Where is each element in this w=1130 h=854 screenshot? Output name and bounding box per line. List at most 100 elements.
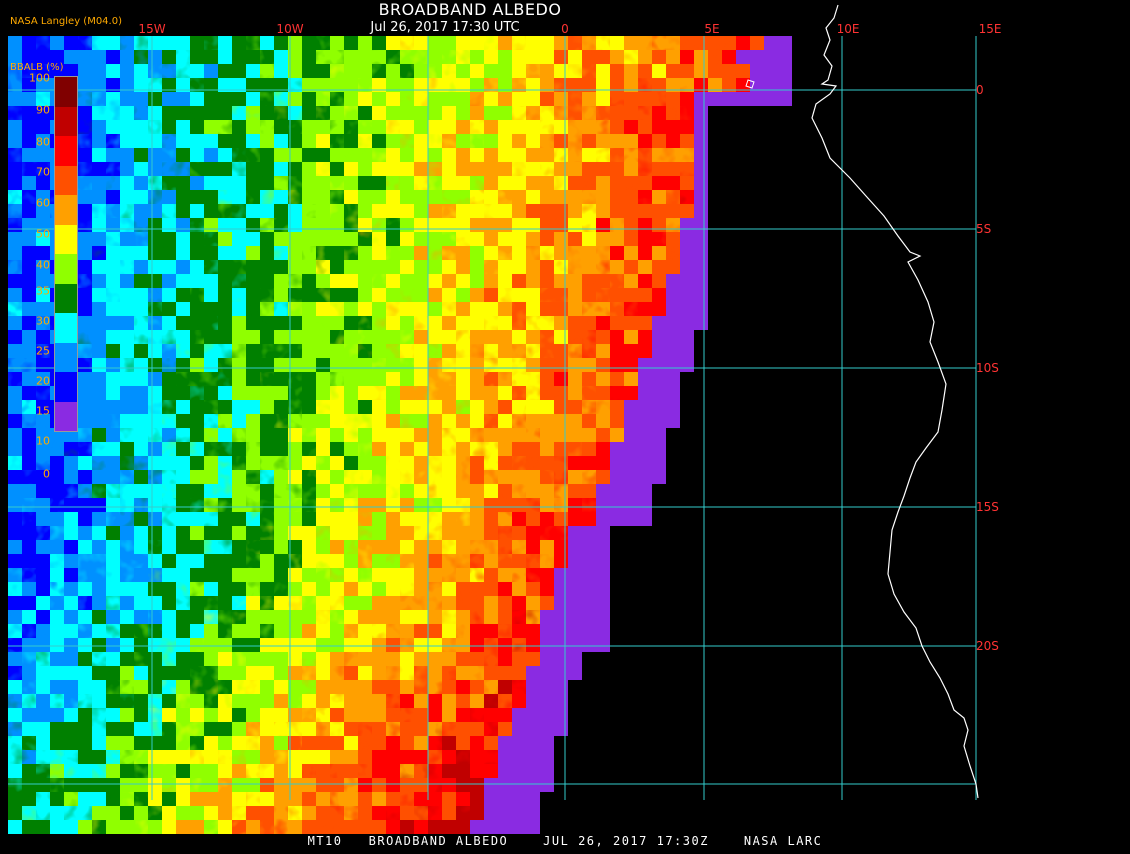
albedo-texture — [120, 694, 134, 708]
albedo-pixel — [554, 652, 568, 666]
legend-swatch — [55, 283, 77, 313]
albedo-pixel — [456, 134, 470, 148]
albedo-pixel — [540, 204, 554, 218]
albedo-texture — [358, 50, 372, 64]
lat-label-5s: 5S — [976, 222, 992, 236]
albedo-texture — [442, 526, 456, 540]
albedo-texture — [50, 722, 64, 736]
albedo-texture — [386, 750, 400, 764]
albedo-pixel — [540, 260, 554, 274]
albedo-pixel — [568, 666, 582, 680]
albedo-texture — [372, 246, 386, 260]
albedo-pixel — [190, 456, 204, 470]
albedo-texture — [414, 316, 428, 330]
albedo-texture — [568, 260, 582, 274]
albedo-pixel — [470, 218, 484, 232]
albedo-texture — [568, 36, 582, 50]
albedo-pixel — [484, 190, 498, 204]
albedo-texture — [498, 624, 512, 638]
albedo-pixel — [624, 344, 638, 358]
albedo-texture — [162, 246, 176, 260]
albedo-pixel — [372, 722, 386, 736]
albedo-pixel — [484, 596, 498, 610]
albedo-texture — [610, 358, 624, 372]
albedo-pixel — [218, 386, 232, 400]
albedo-pixel — [470, 414, 484, 428]
albedo-texture — [610, 330, 624, 344]
albedo-pixel — [372, 176, 386, 190]
albedo-pixel — [78, 204, 92, 218]
albedo-pixel — [386, 400, 400, 414]
albedo-pixel — [8, 36, 22, 50]
albedo-texture — [246, 204, 260, 218]
albedo-texture — [708, 36, 722, 50]
albedo-pixel — [512, 792, 526, 806]
albedo-texture — [302, 596, 316, 610]
albedo-pixel — [232, 176, 246, 190]
albedo-texture — [456, 498, 470, 512]
albedo-pixel — [134, 274, 148, 288]
albedo-pixel — [36, 638, 50, 652]
albedo-texture — [260, 92, 274, 106]
albedo-pixel — [78, 582, 92, 596]
albedo-texture — [372, 400, 386, 414]
albedo-texture — [358, 442, 372, 456]
albedo-texture — [386, 624, 400, 638]
albedo-pixel — [554, 512, 568, 526]
albedo-texture — [498, 484, 512, 498]
albedo-texture — [596, 190, 610, 204]
albedo-pixel — [372, 484, 386, 498]
albedo-pixel — [400, 498, 414, 512]
albedo-pixel — [246, 330, 260, 344]
albedo-pixel — [260, 274, 274, 288]
albedo-texture — [232, 456, 246, 470]
albedo-texture — [372, 50, 386, 64]
albedo-texture — [106, 736, 120, 750]
albedo-texture — [204, 428, 218, 442]
albedo-texture — [190, 148, 204, 162]
albedo-pixel — [596, 274, 610, 288]
albedo-texture — [428, 694, 442, 708]
albedo-texture — [162, 484, 176, 498]
albedo-pixel — [120, 582, 134, 596]
albedo-pixel — [232, 708, 246, 722]
albedo-pixel — [428, 666, 442, 680]
albedo-pixel — [652, 64, 666, 78]
albedo-pixel — [428, 148, 442, 162]
albedo-pixel — [610, 316, 624, 330]
albedo-pixel — [330, 750, 344, 764]
albedo-texture — [498, 372, 512, 386]
albedo-pixel — [456, 414, 470, 428]
albedo-pixel — [274, 568, 288, 582]
albedo-pixel — [456, 204, 470, 218]
albedo-pixel — [638, 400, 652, 414]
albedo-texture — [624, 232, 638, 246]
albedo-texture — [78, 806, 92, 820]
map-title: BROADBAND ALBEDO — [378, 0, 562, 19]
albedo-texture — [176, 372, 190, 386]
albedo-texture — [358, 568, 372, 582]
albedo-pixel — [204, 750, 218, 764]
albedo-pixel — [330, 400, 344, 414]
albedo-pixel — [498, 666, 512, 680]
legend-tick-label: 10 — [36, 434, 50, 448]
albedo-texture — [484, 358, 498, 372]
albedo-texture — [36, 36, 50, 50]
albedo-pixel — [652, 428, 666, 442]
albedo-pixel — [666, 302, 680, 316]
albedo-pixel — [106, 148, 120, 162]
albedo-texture — [246, 176, 260, 190]
albedo-texture — [274, 232, 288, 246]
albedo-pixel — [372, 750, 386, 764]
albedo-pixel — [8, 442, 22, 456]
albedo-pixel — [652, 176, 666, 190]
albedo-pixel — [232, 512, 246, 526]
albedo-pixel — [582, 288, 596, 302]
albedo-pixel — [190, 526, 204, 540]
albedo-pixel — [246, 232, 260, 246]
albedo-pixel — [624, 204, 638, 218]
albedo-texture — [442, 232, 456, 246]
albedo-texture — [512, 414, 526, 428]
albedo-pixel — [162, 386, 176, 400]
albedo-texture — [218, 204, 232, 218]
